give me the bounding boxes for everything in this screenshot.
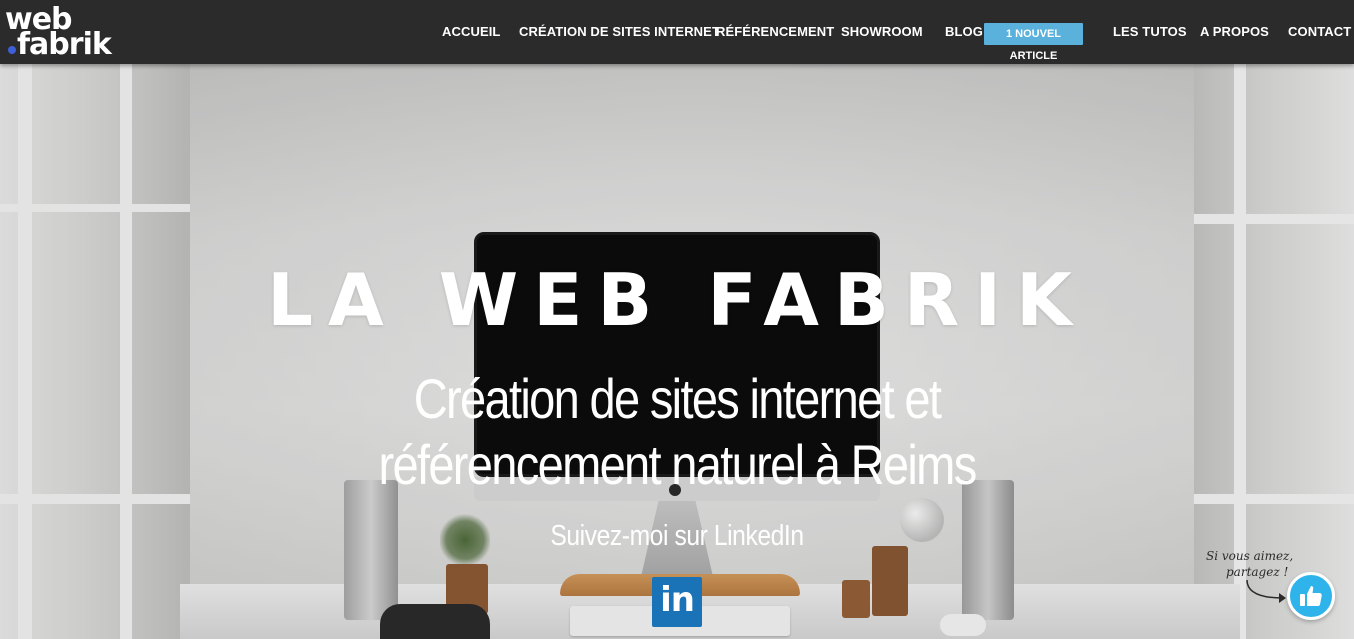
hero-subtitle: Création de sites internet et référencem…	[378, 367, 977, 496]
navbar: web fabrik ACCUEIL CRÉATION DE SITES INT…	[0, 0, 1354, 64]
share-arrow-icon	[1246, 579, 1286, 603]
nav-item-contact[interactable]: CONTACT	[1288, 24, 1351, 39]
nav-item-showroom[interactable]: SHOWROOM	[841, 24, 923, 39]
hero-follow-text: Suivez-moi sur LinkedIn	[550, 520, 804, 552]
linkedin-icon[interactable]: in	[652, 577, 702, 627]
share-note-line1: Si vous aimez,	[1206, 549, 1294, 563]
linkedin-glyph: in	[660, 580, 695, 620]
logo[interactable]: web fabrik	[5, 2, 117, 62]
logo-line2: fabrik	[17, 27, 112, 62]
nav-item-referencement[interactable]: RÉFÉRENCEMENT	[716, 24, 834, 39]
nav-item-blog[interactable]: BLOG	[945, 24, 983, 39]
blog-new-article-badge[interactable]: 1 NOUVEL ARTICLE	[984, 23, 1083, 62]
nav-item-a-propos[interactable]: A PROPOS	[1200, 24, 1269, 39]
logo-dot	[8, 46, 16, 54]
share-button[interactable]	[1287, 572, 1335, 620]
hero-title: LA WEB FABRIK	[267, 258, 1087, 342]
nav-item-creation[interactable]: CRÉATION DE SITES INTERNET	[519, 24, 720, 39]
thumbs-up-icon	[1300, 586, 1322, 606]
nav-item-tutos[interactable]: LES TUTOS	[1113, 24, 1187, 39]
hero: LA WEB FABRIK Création de sites internet…	[0, 64, 1354, 639]
nav-item-accueil[interactable]: ACCUEIL	[442, 24, 500, 39]
